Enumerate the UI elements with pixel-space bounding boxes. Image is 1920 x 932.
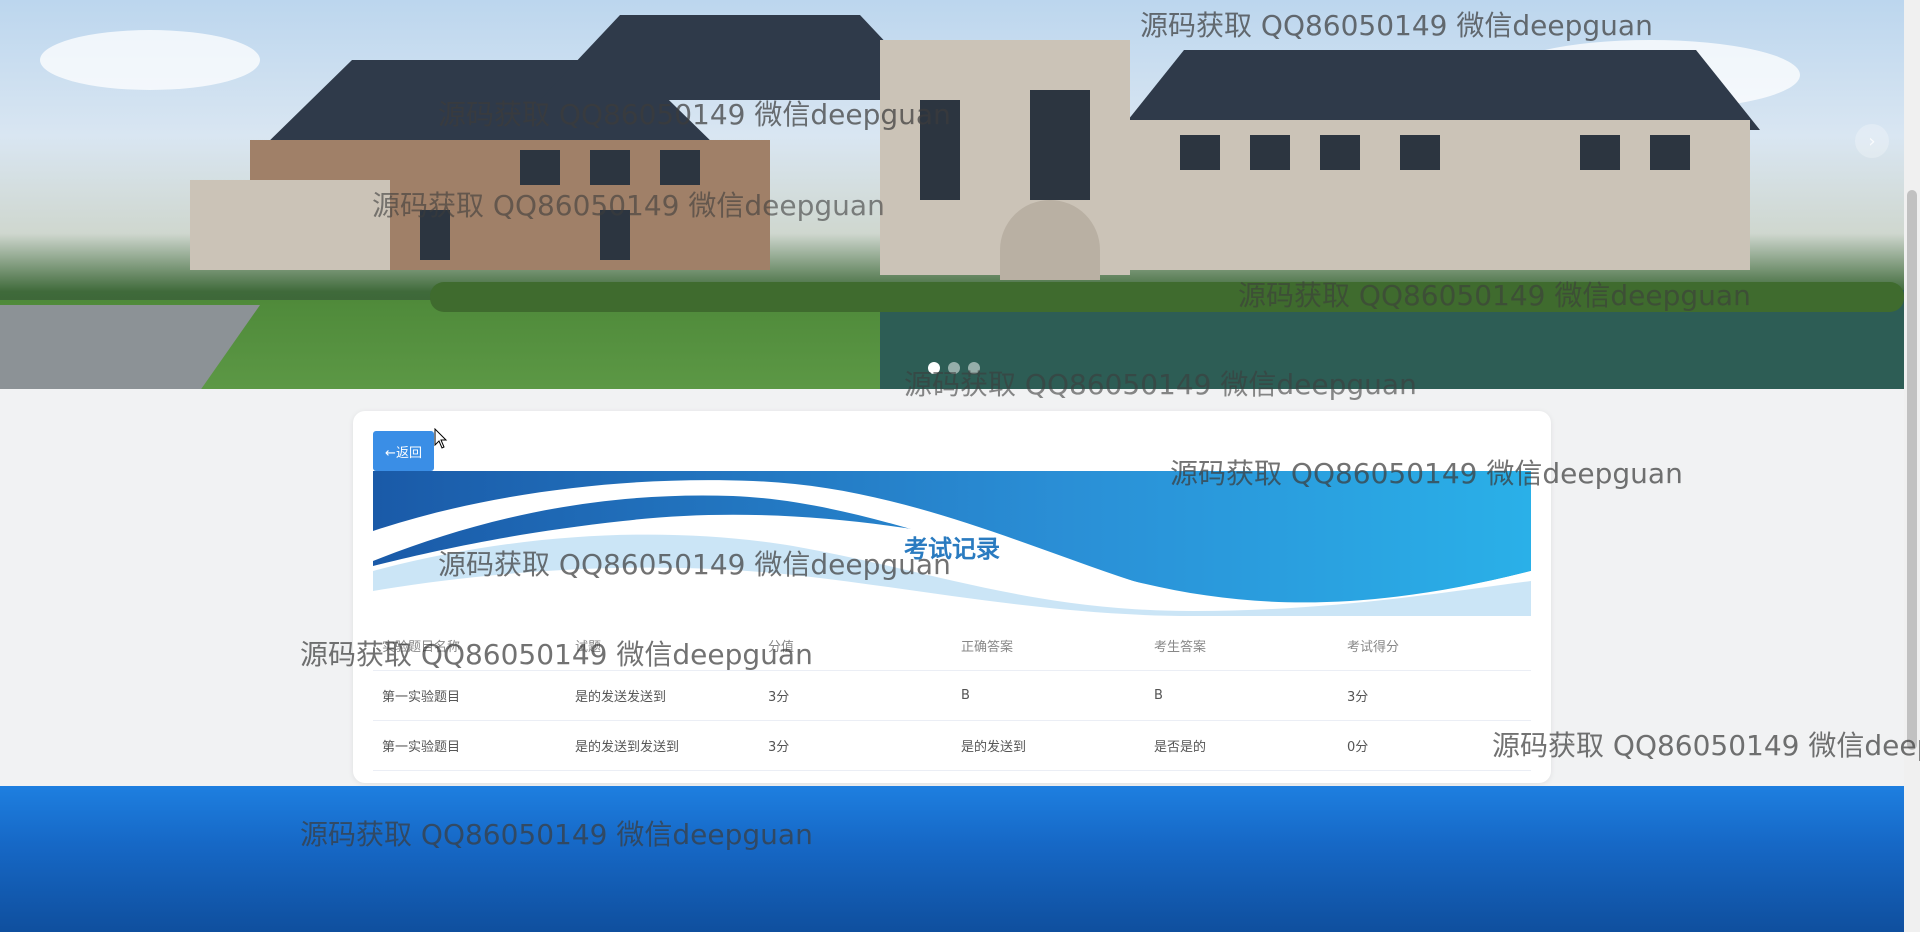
table-cell: 3分 [1338, 670, 1531, 721]
building-window [1400, 135, 1440, 170]
table-cell: 3分 [759, 670, 952, 721]
building-window [1650, 135, 1690, 170]
watermark: 源码获取 QQ86050149 微信deepguan [1492, 729, 1920, 762]
watermark: 源码获取 QQ86050149 微信deepguan [300, 818, 813, 851]
table-row: 第一实验题目 是的发送到发送到 3分 是的发送到 是否是的 0分 [373, 720, 1531, 771]
table-cell: 是的发送发送到 [566, 670, 759, 721]
vertical-scrollbar[interactable] [1904, 0, 1920, 932]
back-button[interactable]: ←返回 [373, 431, 434, 471]
building-roof [1120, 50, 1760, 130]
building-window [660, 150, 700, 185]
carousel-next-button[interactable]: › [1855, 124, 1889, 158]
building-wall [190, 180, 390, 270]
building-window [1250, 135, 1290, 170]
watermark: 源码获取 QQ86050149 微信deepguan [1238, 279, 1751, 312]
building-window [1320, 135, 1360, 170]
table-cell: B [1145, 670, 1338, 721]
column-header: 正确答案 [952, 621, 1145, 671]
scrollbar-thumb[interactable] [1907, 190, 1917, 750]
watermark: 源码获取 QQ86050149 微信deepguan [438, 548, 951, 581]
watermark: 源码获取 QQ86050149 微信deepguan [1170, 457, 1683, 490]
hero-carousel[interactable]: › [0, 0, 1904, 389]
building-window [1180, 135, 1220, 170]
page-footer [0, 786, 1904, 932]
table-cell: 第一实验题目 [373, 720, 566, 771]
table-cell: B [952, 670, 1145, 721]
table-cell: 是否是的 [1145, 720, 1338, 771]
watermark: 源码获取 QQ86050149 微信deepguan [372, 189, 885, 222]
table-cell: 是的发送到 [952, 720, 1145, 771]
building-window [1030, 90, 1090, 200]
building-window [1580, 135, 1620, 170]
column-header: 考生答案 [1145, 621, 1338, 671]
building-window [590, 150, 630, 185]
watermark: 源码获取 QQ86050149 微信deepguan [438, 98, 951, 131]
table-cell: 第一实验题目 [373, 670, 566, 721]
watermark: 源码获取 QQ86050149 微信deepguan [904, 368, 1417, 401]
watermark: 源码获取 QQ86050149 微信deepguan [300, 638, 813, 671]
building-window [520, 150, 560, 185]
chevron-right-icon: › [1868, 130, 1876, 152]
column-header: 考试得分 [1338, 621, 1531, 671]
table-cell: 3分 [759, 720, 952, 771]
table-cell: 是的发送到发送到 [566, 720, 759, 771]
cloud [40, 30, 260, 90]
table-row: 第一实验题目 是的发送发送到 3分 B B 3分 [373, 670, 1531, 721]
mouse-cursor-icon [434, 428, 448, 449]
watermark: 源码获取 QQ86050149 微信deepguan [1140, 9, 1653, 42]
